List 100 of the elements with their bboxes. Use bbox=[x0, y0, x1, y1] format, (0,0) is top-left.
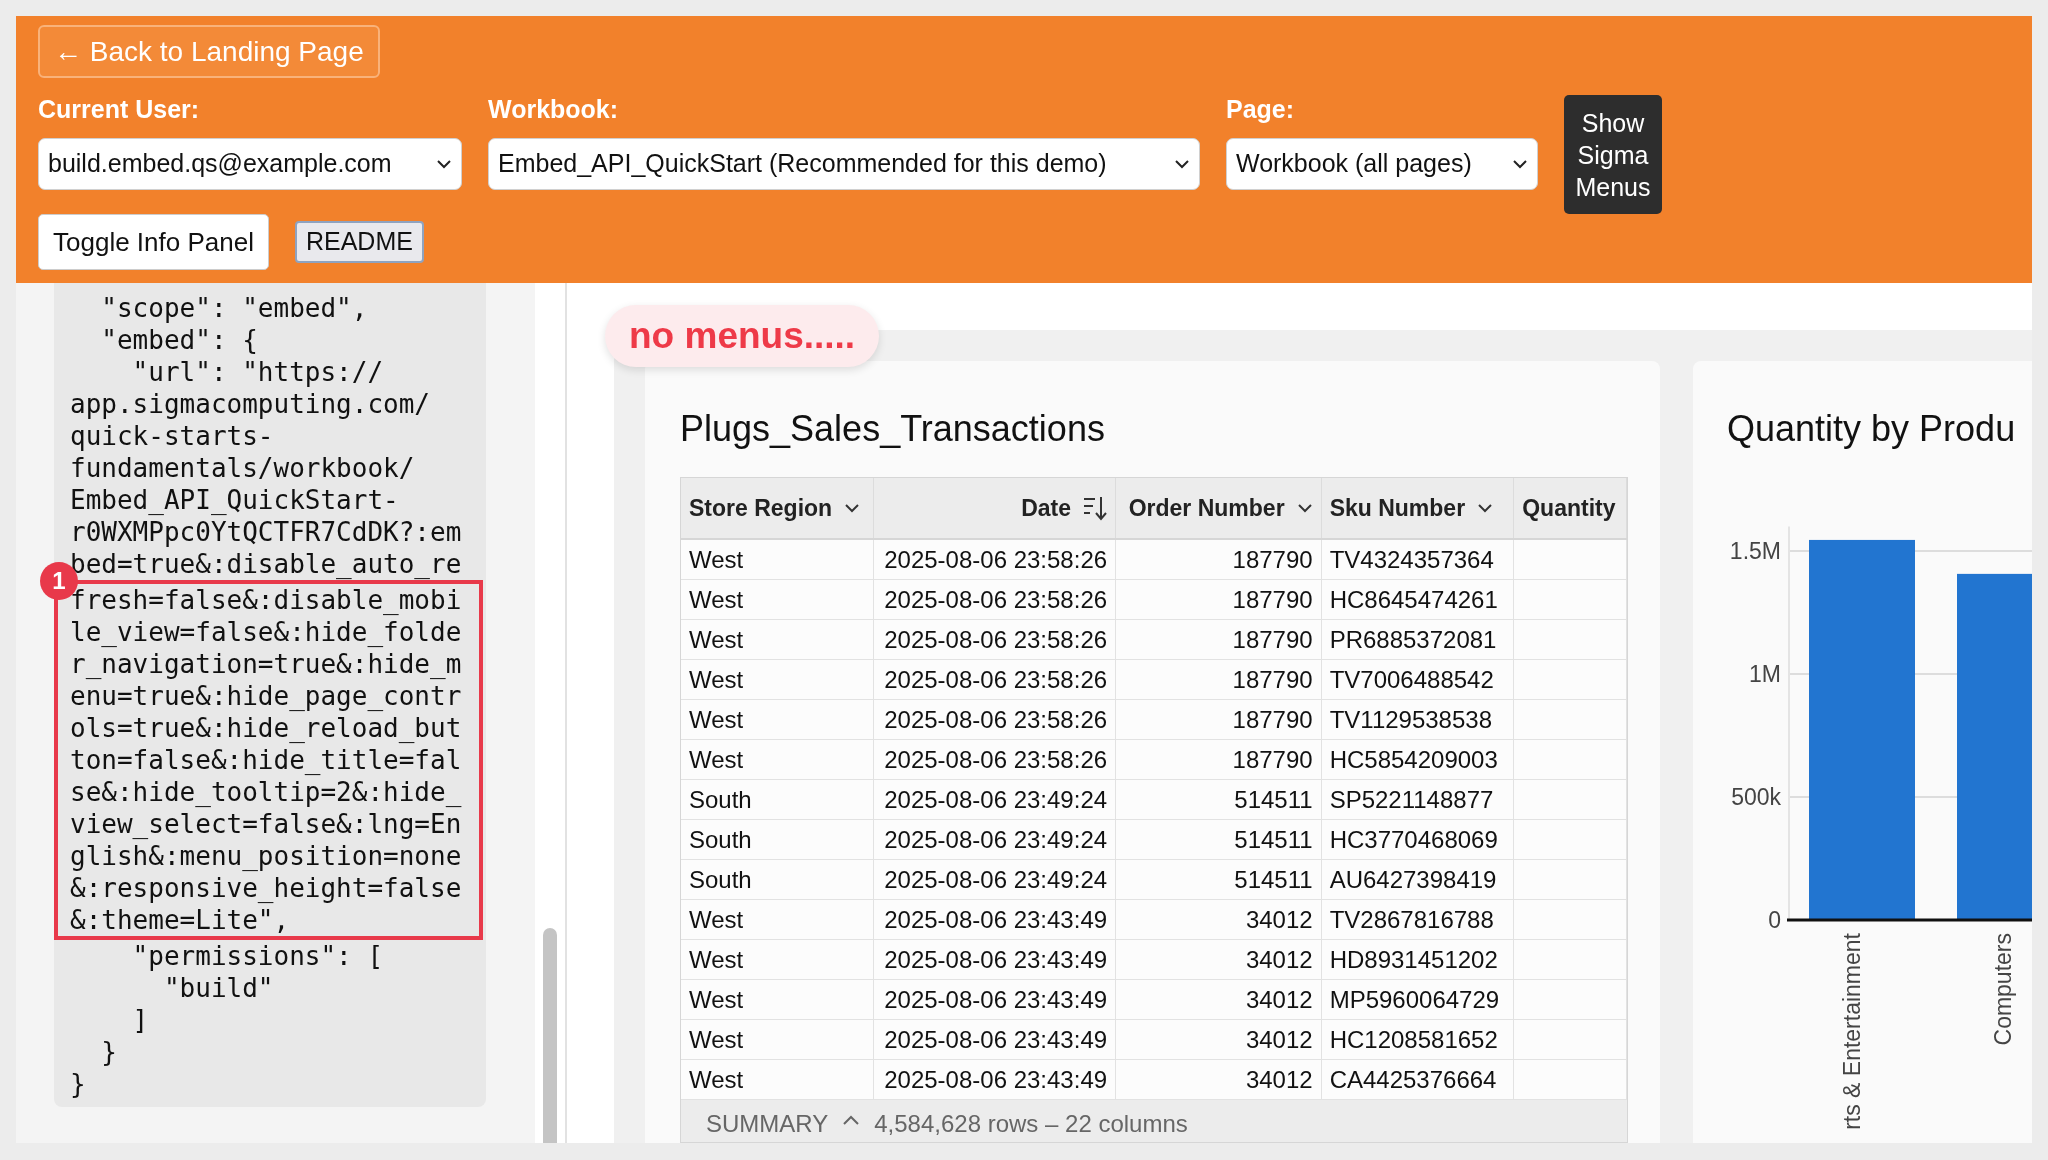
table-cell: HC3770468069 bbox=[1321, 820, 1515, 860]
code-line: view_select=false&:lng=En bbox=[70, 808, 463, 840]
scrollbar-thumb[interactable] bbox=[543, 928, 557, 1143]
code-line: "build" bbox=[162, 972, 275, 1004]
table-cell: 187790 bbox=[1116, 700, 1322, 740]
table-cell: 187790 bbox=[1116, 540, 1322, 580]
table-cell: 34012 bbox=[1116, 1060, 1322, 1100]
chart-title: Quantity by Produ bbox=[1726, 407, 2017, 451]
table-cell: South bbox=[681, 860, 874, 900]
caret-up-icon bbox=[842, 1114, 861, 1126]
table-cell: West bbox=[681, 1020, 874, 1060]
chevron-down-icon bbox=[844, 503, 861, 513]
code-line: } bbox=[70, 1068, 87, 1100]
table-cell: West bbox=[681, 540, 874, 580]
chevron-down-icon bbox=[1174, 159, 1190, 169]
table-cell: 34012 bbox=[1116, 1020, 1322, 1060]
field-label: Current User: bbox=[38, 95, 201, 123]
table-cell: 2025-08-06 23:43:49 bbox=[873, 1060, 1117, 1100]
code-line: &:theme=Lite", bbox=[70, 904, 291, 936]
code-line: ols=true&:hide_reload_but bbox=[70, 712, 463, 744]
table-cell: HC1208581652 bbox=[1321, 1020, 1515, 1060]
table-cell: TV2867816788 bbox=[1321, 900, 1515, 940]
table-cell: TV7006488542 bbox=[1321, 660, 1515, 700]
chevron-down-icon bbox=[1296, 503, 1313, 513]
code-line: app.sigmacomputing.com/ bbox=[70, 388, 432, 420]
table-cell: 2025-08-06 23:58:26 bbox=[873, 740, 1117, 780]
toggle-panel-button[interactable]: Toggle Info Panel bbox=[38, 214, 269, 270]
table-cell: 34012 bbox=[1116, 940, 1322, 980]
table-cell: PR6885372081 bbox=[1321, 620, 1515, 660]
code-line: quick-starts- bbox=[70, 420, 275, 452]
code-line: } bbox=[100, 1036, 118, 1068]
note-label: no menus..... bbox=[605, 305, 880, 367]
chevron-down-icon bbox=[1512, 159, 1528, 169]
table-cell: 187790 bbox=[1116, 740, 1322, 780]
table-cell: 2025-08-06 23:58:26 bbox=[873, 700, 1117, 740]
table-cell: TV1129538538 bbox=[1321, 700, 1515, 740]
table-cell: TV4324357364 bbox=[1321, 540, 1515, 580]
category-label: rts & Entertainment bbox=[1839, 933, 1865, 1130]
table-cell: AU6427398419 bbox=[1321, 860, 1515, 900]
table-cell: West bbox=[681, 940, 874, 980]
table-cell: HD8931451202 bbox=[1321, 940, 1515, 980]
table-cell: 2025-08-06 23:58:26 bbox=[873, 660, 1117, 700]
code-line: se&:hide_tooltip=2&:hide_ bbox=[70, 776, 463, 808]
table-cell: 514511 bbox=[1116, 820, 1322, 860]
table-cell: West bbox=[681, 900, 874, 940]
summary-label: SUMMARY bbox=[706, 1109, 829, 1139]
table-cell: 187790 bbox=[1116, 660, 1322, 700]
table-cell: MP5960064729 bbox=[1321, 980, 1515, 1020]
table-cell: CA4425376664 bbox=[1321, 1060, 1515, 1100]
table-cell: 2025-08-06 23:43:49 bbox=[873, 900, 1117, 940]
code-line: le_view=false&:hide_folde bbox=[70, 616, 463, 648]
table-cell: 2025-08-06 23:49:24 bbox=[873, 860, 1117, 900]
column-header[interactable]: Quantity bbox=[1514, 478, 1627, 538]
table-cell: SP5221148877 bbox=[1321, 780, 1515, 820]
table-cell: 2025-08-06 23:49:24 bbox=[873, 780, 1117, 820]
column-header[interactable]: Store Region bbox=[681, 478, 874, 538]
code-line: "permissions": [ bbox=[131, 940, 385, 972]
table-cell: West bbox=[681, 980, 874, 1020]
table-cell: West bbox=[681, 580, 874, 620]
dropdown-select[interactable]: Workbook (all pages) bbox=[1226, 138, 1538, 190]
axis-tick-label: 1.5M bbox=[1729, 538, 1781, 564]
table-cell: HC5854209003 bbox=[1321, 740, 1515, 780]
sort-descending-icon bbox=[1083, 495, 1108, 521]
field-label: Workbook: bbox=[488, 95, 620, 123]
table-cell: 2025-08-06 23:58:26 bbox=[873, 620, 1117, 660]
dropdown-select[interactable]: build.embed.qs@example.com bbox=[38, 138, 462, 190]
chevron-down-icon bbox=[436, 159, 452, 169]
table-cell: 34012 bbox=[1116, 900, 1322, 940]
summary-text: 4,584,628 rows – 22 columns bbox=[874, 1109, 1188, 1139]
table-cell: 2025-08-06 23:49:24 bbox=[873, 820, 1117, 860]
column-header[interactable]: Date bbox=[873, 478, 1117, 538]
table-cell: 34012 bbox=[1116, 980, 1322, 1020]
readme-button[interactable]: README bbox=[294, 221, 424, 263]
code-line: &:responsive_height=false bbox=[70, 872, 463, 904]
table-cell: 2025-08-06 23:58:26 bbox=[873, 540, 1117, 580]
code-line: ton=false&:hide_title=fal bbox=[70, 744, 463, 776]
table-title: Plugs_Sales_Transactions bbox=[680, 407, 1106, 451]
table-cell: 187790 bbox=[1116, 580, 1322, 620]
code-line: enu=true&:hide_page_contr bbox=[70, 680, 463, 712]
code-line: r0WXMPpc0YtQCTFR7CdDK?:em bbox=[70, 516, 463, 548]
table-cell: West bbox=[681, 740, 874, 780]
dropdown-select[interactable]: Embed_API_QuickStart (Recommended for this demo) bbox=[488, 138, 1200, 190]
code-line: fundamentals/workbook/ bbox=[70, 452, 416, 484]
table-cell: West bbox=[681, 1060, 874, 1100]
table-cell: West bbox=[681, 700, 874, 740]
code-line: "url": "https:// bbox=[131, 356, 385, 388]
category-label: Computers bbox=[1990, 933, 2016, 1046]
axis-tick-label: 500k bbox=[1731, 784, 1781, 810]
chevron-down-icon bbox=[1477, 503, 1494, 513]
column-header[interactable]: Sku Number bbox=[1321, 478, 1515, 538]
column-header[interactable]: Order Number bbox=[1116, 478, 1322, 538]
code-line: "embed": { bbox=[100, 324, 259, 356]
table-cell: 2025-08-06 23:43:49 bbox=[873, 980, 1117, 1020]
show-menus-button[interactable]: Show Sigma Menus bbox=[1564, 95, 1662, 214]
table-cell: South bbox=[681, 820, 874, 860]
code-line: ] bbox=[131, 1004, 150, 1036]
code-line: r_navigation=true&:hide_m bbox=[70, 648, 463, 680]
table-cell: 2025-08-06 23:58:26 bbox=[873, 580, 1117, 620]
table-cell: 514511 bbox=[1116, 860, 1322, 900]
field-label: Page: bbox=[1226, 95, 1296, 123]
